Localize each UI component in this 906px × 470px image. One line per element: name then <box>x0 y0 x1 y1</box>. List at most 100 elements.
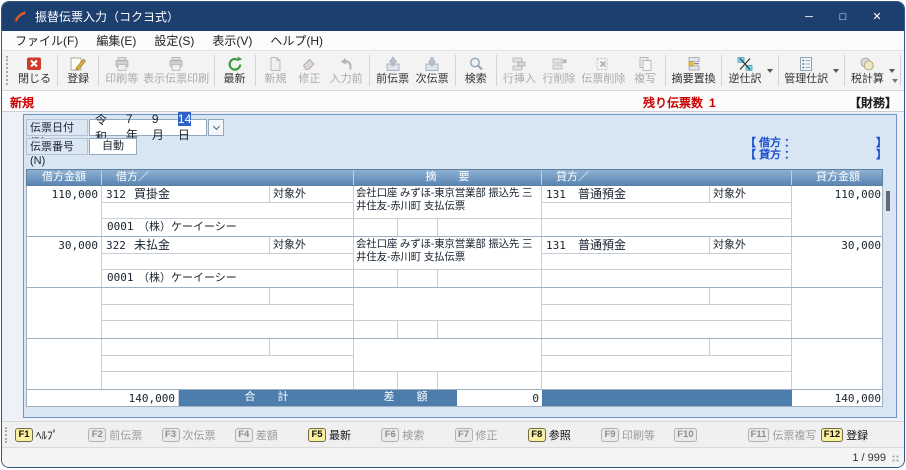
fkey-f9[interactable]: F9印刷等 <box>601 427 674 443</box>
debit-partner-cell[interactable] <box>102 321 354 338</box>
menu-edit[interactable]: 編集(E) <box>87 31 145 51</box>
debit-sub-cell[interactable] <box>102 254 354 270</box>
close-slip-button[interactable]: 閉じる <box>15 51 55 90</box>
summary-sub-cell[interactable] <box>354 219 398 236</box>
credit-partner-cell[interactable] <box>542 372 792 389</box>
summary-sub-cell[interactable] <box>438 321 542 338</box>
summary-sub-cell[interactable] <box>398 219 438 236</box>
next-slip-button[interactable]: 次伝票 <box>412 51 452 90</box>
slip-delete-button[interactable]: 伝票削除 <box>579 51 628 90</box>
credit-sub-cell[interactable] <box>542 203 792 219</box>
credit-tax-cell[interactable]: 対象外 <box>710 237 792 254</box>
function-bar-grip[interactable] <box>5 427 10 443</box>
debit-partner-cell[interactable] <box>102 372 354 389</box>
credit-account-cell[interactable] <box>542 288 710 305</box>
summary-cell[interactable]: 会社口座 みずほ-東京営業部 振込先 三井住友-赤川町 支払伝票 <box>354 186 542 219</box>
debit-sub-cell[interactable] <box>102 356 354 372</box>
toolbar-overflow-button[interactable] <box>889 75 901 87</box>
fkey-f11[interactable]: F11伝票複写 <box>748 427 821 443</box>
fkey-f5[interactable]: F5最新 <box>308 427 381 443</box>
debit-sub-cell[interactable] <box>102 203 354 219</box>
menu-settings[interactable]: 設定(S) <box>145 31 203 51</box>
maximize-button[interactable]: □ <box>826 2 860 31</box>
credit-account-cell[interactable]: 131普通預金 <box>542 237 710 254</box>
reverse-journal-dropdown[interactable] <box>765 51 775 90</box>
credit-sub-cell[interactable] <box>542 254 792 270</box>
summary-sub-cell[interactable] <box>354 270 398 287</box>
summary-replace-button[interactable]: 摘要置換 <box>669 51 718 90</box>
slip-date-field[interactable]: 令和 7年 9月 14日 <box>89 119 207 136</box>
credit-account-cell[interactable] <box>542 339 710 356</box>
fkey-f8[interactable]: F8参照 <box>528 427 601 443</box>
summary-sub-cell[interactable] <box>398 372 438 389</box>
menu-view[interactable]: 表示(V) <box>203 31 261 51</box>
row-delete-button[interactable]: 行削除 <box>539 51 579 90</box>
scrollbar-thumb[interactable] <box>886 191 890 211</box>
fkey-f4[interactable]: F4差額 <box>235 427 308 443</box>
credit-partner-cell[interactable] <box>542 219 792 236</box>
summary-sub-cell[interactable] <box>438 372 542 389</box>
debit-tax-cell[interactable] <box>270 339 354 356</box>
summary-sub-cell[interactable] <box>354 321 398 338</box>
fkey-f2[interactable]: F2前伝票 <box>88 427 161 443</box>
fkey-f10[interactable]: F10 <box>674 428 747 442</box>
row-insert-button[interactable]: 行挿入 <box>500 51 540 90</box>
fkey-f3[interactable]: F3次伝票 <box>162 427 235 443</box>
minimize-button[interactable]: ─ <box>792 2 826 31</box>
credit-partner-cell[interactable] <box>542 321 792 338</box>
date-picker-dropdown[interactable] <box>208 119 224 136</box>
print-button[interactable]: 印刷等 <box>102 51 142 90</box>
credit-amount-cell[interactable] <box>792 339 884 389</box>
debit-amount-cell[interactable] <box>27 288 102 338</box>
manage-journal-dropdown[interactable] <box>831 51 841 90</box>
credit-amount-cell[interactable] <box>792 288 884 338</box>
edit-slip-button[interactable]: 修正 <box>292 51 326 90</box>
debit-account-cell[interactable]: 312買掛金 <box>102 186 270 203</box>
menu-help[interactable]: ヘルプ(H) <box>261 31 332 51</box>
fkey-f6[interactable]: F6検索 <box>381 427 454 443</box>
before-input-button[interactable]: 入力前 <box>326 51 366 90</box>
debit-tax-cell[interactable]: 対象外 <box>270 186 354 203</box>
summary-cell[interactable]: 会社口座 みずほ-東京営業部 振込先 三井住友-赤川町 支払伝票 <box>354 237 542 270</box>
menu-file[interactable]: ファイル(F) <box>6 31 87 51</box>
credit-account-cell[interactable]: 131普通預金 <box>542 186 710 203</box>
debit-tax-cell[interactable] <box>270 288 354 305</box>
summary-sub-cell[interactable] <box>398 321 438 338</box>
summary-cell[interactable] <box>354 288 542 321</box>
summary-cell[interactable] <box>354 339 542 372</box>
debit-amount-cell[interactable]: 30,000 <box>27 237 102 287</box>
debit-tax-cell[interactable]: 対象外 <box>270 237 354 254</box>
refresh-button[interactable]: 最新 <box>218 51 252 90</box>
toolbar-grip[interactable] <box>6 56 11 85</box>
debit-account-cell[interactable] <box>102 288 270 305</box>
auto-number-button[interactable]: 自動 <box>89 138 137 155</box>
summary-sub-cell[interactable] <box>398 270 438 287</box>
new-slip-button[interactable]: 新規 <box>258 51 292 90</box>
register-button[interactable]: 登録 <box>61 51 95 90</box>
summary-sub-cell[interactable] <box>354 372 398 389</box>
fkey-f7[interactable]: F7修正 <box>455 427 528 443</box>
display-slip-print-button[interactable]: 表示伝票印刷 <box>142 51 211 90</box>
close-button[interactable]: ✕ <box>860 2 894 31</box>
credit-amount-cell[interactable]: 110,000 <box>792 186 884 236</box>
manage-journal-button[interactable]: 管理仕訳 <box>782 51 831 90</box>
credit-sub-cell[interactable] <box>542 305 792 321</box>
credit-tax-cell[interactable] <box>710 339 792 356</box>
credit-amount-cell[interactable]: 30,000 <box>792 237 884 287</box>
fkey-f1[interactable]: F1ﾍﾙﾌﾟ <box>15 427 88 443</box>
fkey-f12[interactable]: F12登録 <box>821 427 894 443</box>
debit-account-cell[interactable] <box>102 339 270 356</box>
summary-sub-cell[interactable] <box>438 219 542 236</box>
resize-grip[interactable] <box>892 455 900 463</box>
tax-calc-button[interactable]: 税計算 <box>848 51 888 90</box>
debit-partner-cell[interactable]: 0001（株）ケーイーシー <box>102 219 354 236</box>
credit-tax-cell[interactable] <box>710 288 792 305</box>
debit-sub-cell[interactable] <box>102 305 354 321</box>
debit-account-cell[interactable]: 322未払金 <box>102 237 270 254</box>
debit-partner-cell[interactable]: 0001（株）ケーイーシー <box>102 270 354 287</box>
prev-slip-button[interactable]: 前伝票 <box>373 51 413 90</box>
reverse-journal-button[interactable]: 逆仕訳 <box>725 51 765 90</box>
search-button[interactable]: 検索 <box>459 51 493 90</box>
copy-slip-button[interactable]: 複写 <box>628 51 662 90</box>
credit-tax-cell[interactable]: 対象外 <box>710 186 792 203</box>
